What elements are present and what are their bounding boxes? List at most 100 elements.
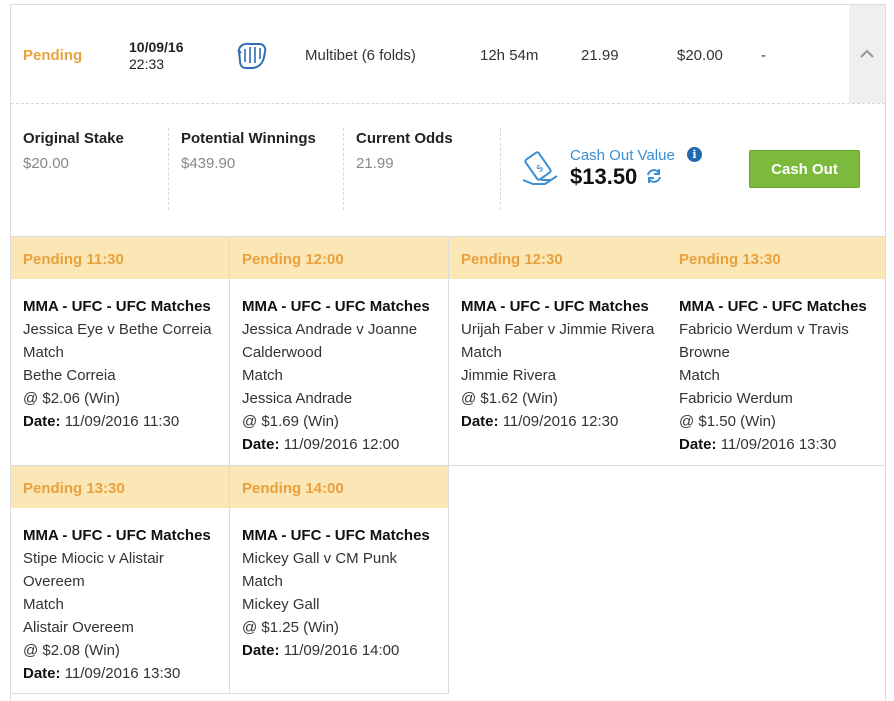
current-odds-value: 21.99 [356, 155, 394, 172]
bet-type: Multibet (6 folds) [305, 47, 416, 64]
leg-card: Pending 12:00 MMA - UFC - UFC Matches Jess… [230, 236, 449, 466]
leg-detail-line: @ $1.50 (Win) [679, 413, 776, 430]
leg-detail-line: Browne [679, 344, 730, 361]
leg-detail-line: Mickey Gall [242, 596, 320, 613]
leg-date-label: Date: [242, 436, 280, 453]
time-remaining: 12h 54m [480, 47, 539, 64]
leg-detail-line: Urijah Faber v Jimmie Rivera [461, 321, 655, 338]
original-stake: Original Stake $20.00 [23, 130, 124, 210]
leg-date-row: Date: 11/09/2016 13:30 [679, 433, 873, 456]
bet-card: Pending 10/09/16 22:33 Multibet (6 folds… [10, 4, 886, 701]
leg-detail-line: @ $2.08 (Win) [23, 642, 120, 659]
leg-detail-line: @ $1.25 (Win) [242, 619, 339, 636]
leg-date-value: 11/09/2016 12:30 [502, 413, 619, 430]
refresh-icon[interactable] [645, 167, 663, 185]
leg-date-row: Date: 11/09/2016 12:00 [242, 433, 436, 456]
bet-odds: 21.99 [581, 47, 619, 64]
leg-body: MMA - UFC - UFC Matches Mickey Gall v CM … [230, 508, 448, 662]
leg-detail-line: Match [23, 344, 64, 361]
leg-detail-line: Jessica Eye v Bethe Correia [23, 321, 212, 338]
leg-detail-line: @ $1.62 (Win) [461, 390, 558, 407]
leg-status-header: Pending 14:00 [230, 466, 448, 508]
leg-detail-line: Match [23, 596, 64, 613]
divider [168, 128, 169, 210]
leg-body: MMA - UFC - UFC Matches Stipe Miocic v Al… [11, 508, 229, 685]
leg-detail-line: Match [242, 367, 283, 384]
leg-date-value: 11/09/2016 14:00 [283, 642, 400, 659]
leg-card: Pending 11:30 MMA - UFC - UFC Matches Jess… [11, 236, 230, 466]
leg-detail-line: Alistair Overeem [23, 619, 134, 636]
leg-detail-line: @ $2.06 (Win) [23, 390, 120, 407]
leg-detail-line: Mickey Gall v CM Punk [242, 550, 398, 567]
bet-status: Pending [23, 47, 83, 64]
leg-date-value: 11/09/2016 12:00 [283, 436, 400, 453]
potential-winnings-label: Potential Winnings [181, 130, 316, 147]
info-icon[interactable]: i [687, 147, 702, 162]
bet-stake: $20.00 [677, 47, 723, 64]
cashout-value-amount: $13.50 [570, 164, 638, 189]
bet-details: Original Stake $20.00 Potential Winnings… [11, 104, 885, 236]
bet-returns: - [761, 47, 766, 64]
leg-card: Pending 14:00 MMA - UFC - UFC Matches Mick… [230, 465, 449, 694]
original-stake-value: $20.00 [23, 155, 69, 172]
leg-date-label: Date: [242, 642, 280, 659]
leg-card: Pending 13:30 MMA - UFC - UFC Matches Stip… [11, 465, 230, 694]
leg-detail-line: Stipe Miocic v Alistair [23, 550, 164, 567]
leg-detail-line: Overeem [23, 573, 85, 590]
bet-date: 10/09/16 [129, 39, 184, 55]
leg-date-label: Date: [461, 413, 499, 430]
leg-status-header: Pending 12:00 [230, 237, 448, 279]
leg-status-header: Pending 12:30 [449, 237, 667, 279]
svg-text:$: $ [534, 162, 546, 175]
leg-date-row: Date: 11/09/2016 14:00 [242, 639, 436, 662]
leg-detail-line: Fabricio Werdum v Travis [679, 321, 849, 338]
leg-detail-line: Match [679, 367, 720, 384]
leg-detail-line: Match [242, 573, 283, 590]
leg-event-type: MMA - UFC - UFC Matches [679, 298, 867, 315]
cash-hand-icon: $ [521, 150, 561, 190]
leg-event-type: MMA - UFC - UFC Matches [23, 527, 211, 544]
bet-time: 22:33 [129, 56, 165, 72]
leg-detail-line: Match [461, 344, 502, 361]
leg-date-value: 11/09/2016 13:30 [720, 436, 837, 453]
cash-out-button[interactable]: Cash Out [749, 150, 860, 188]
leg-detail-line: @ $1.69 (Win) [242, 413, 339, 430]
leg-event-type: MMA - UFC - UFC Matches [23, 298, 211, 315]
original-stake-label: Original Stake [23, 130, 124, 147]
boxing-glove-icon [235, 39, 269, 73]
leg-date-label: Date: [23, 413, 61, 430]
leg-detail-line: Calderwood [242, 344, 323, 361]
divider [500, 128, 501, 210]
leg-detail-line: Jessica Andrade [242, 390, 353, 407]
current-odds-label: Current Odds [356, 130, 453, 147]
leg-status-header: Pending 13:30 [667, 237, 885, 279]
leg-date-label: Date: [23, 665, 61, 682]
chevron-up-icon [860, 45, 874, 63]
leg-event-type: MMA - UFC - UFC Matches [242, 527, 430, 544]
leg-event-type: MMA - UFC - UFC Matches [461, 298, 649, 315]
cashout-value-label: Cash Out Value [570, 147, 675, 164]
leg-body: MMA - UFC - UFC Matches Jessica Eye v Bet… [11, 279, 229, 433]
leg-event-type: MMA - UFC - UFC Matches [242, 298, 430, 315]
leg-body: MMA - UFC - UFC Matches Urijah Faber v Ji… [449, 279, 667, 433]
leg-detail-line: Jimmie Rivera [461, 367, 557, 384]
leg-date-row: Date: 11/09/2016 13:30 [23, 662, 217, 685]
leg-detail-line: Fabricio Werdum [679, 390, 793, 407]
leg-detail-line: Jessica Andrade v Joanne [242, 321, 418, 338]
leg-date-value: 11/09/2016 11:30 [64, 413, 180, 430]
leg-date-value: 11/09/2016 13:30 [64, 665, 181, 682]
leg-date-row: Date: 11/09/2016 11:30 [23, 410, 217, 433]
leg-status-header: Pending 11:30 [11, 237, 229, 279]
leg-card: Pending 13:30 MMA - UFC - UFC Matches Fabr… [667, 236, 885, 466]
divider [343, 128, 344, 210]
collapse-toggle[interactable] [849, 5, 885, 103]
leg-detail-line: Bethe Correia [23, 367, 116, 384]
potential-winnings: Potential Winnings $439.90 [181, 130, 316, 210]
leg-body: MMA - UFC - UFC Matches Jessica Andrade v… [230, 279, 448, 456]
leg-date-row: Date: 11/09/2016 12:30 [461, 410, 655, 433]
potential-winnings-value: $439.90 [181, 155, 236, 172]
current-odds: Current Odds 21.99 [356, 130, 453, 210]
bet-summary-row[interactable]: Pending 10/09/16 22:33 Multibet (6 folds… [11, 5, 885, 104]
leg-body: MMA - UFC - UFC Matches Fabricio Werdum v… [667, 279, 885, 456]
leg-card: Pending 12:30 MMA - UFC - UFC Matches Urij… [449, 236, 668, 466]
